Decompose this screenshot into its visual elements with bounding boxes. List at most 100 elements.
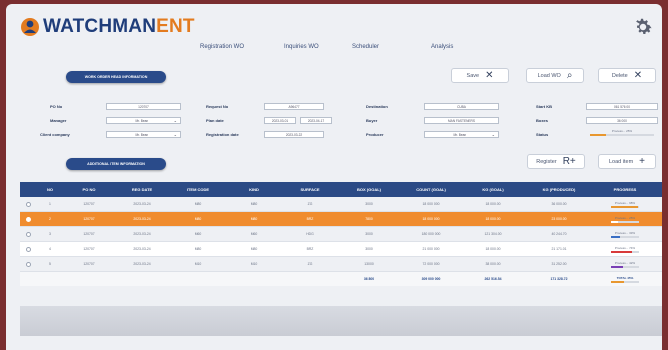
producer-select[interactable]: Mr. Bean ⌄ <box>424 131 499 138</box>
load-wo-label: Load WO <box>537 72 561 79</box>
table-cell-po: 120707 <box>83 232 95 236</box>
table-cell-po: 120707 <box>83 247 95 251</box>
table-row[interactable]: 4 120707 2023-03-24 M80 M80 BRZ 3000 21 000 000… <box>20 242 662 257</box>
table-cell-surface: ZG <box>307 262 313 266</box>
table-cell-date: 2023-03-24 <box>133 217 151 221</box>
start-kb-field[interactable]: 061 576 00 <box>586 103 658 110</box>
plan-date-from-field[interactable]: 2023-03-01 <box>264 117 296 124</box>
progress-cell: TOTAL 45% <box>594 276 656 283</box>
table-cell-date: 2023-03-24 <box>133 202 151 206</box>
progress-column-cell: Process... 33% <box>594 231 656 238</box>
progress-column-cell: Process... 25% <box>594 216 656 223</box>
progress-fill <box>611 205 639 208</box>
register-label: Register <box>536 158 557 165</box>
table-cell-code: M80 <box>194 247 202 251</box>
progress-text: Process... 25% <box>614 215 636 220</box>
column-header: KIND <box>249 187 259 192</box>
load-item-button[interactable]: Load item + <box>598 154 656 169</box>
table-cell-no: 2 <box>49 217 51 221</box>
nav-inquiries-wo[interactable]: Inquiries WO <box>284 44 319 50</box>
nav-scheduler[interactable]: Scheduler <box>352 44 379 50</box>
logo: WATCHMANENT <box>20 16 195 38</box>
chevron-down-icon: ⌄ <box>173 118 177 123</box>
table-row[interactable]: 1 120707 2023-03-24 M80 M80 ZG 3000 18 000 000 1… <box>20 197 662 212</box>
table-cell-date: 2023-03-24 <box>133 247 151 251</box>
progress-cell: Process... 98% <box>594 201 656 208</box>
table-cell-kgp: 36 000.00 <box>551 202 567 206</box>
row-select-radio[interactable] <box>25 201 31 207</box>
row-select-radio[interactable] <box>25 261 31 267</box>
table-cell-box: 3000 <box>365 247 373 251</box>
destination-field[interactable]: CUBA <box>424 103 499 110</box>
progress-column-cell: Process... 42% <box>594 261 656 268</box>
load-item-label: Load item <box>609 158 634 165</box>
manager-select[interactable]: Mr. Bean ⌄ <box>106 117 181 124</box>
total-count: 309 000 000 <box>421 277 441 281</box>
items-table: NO PO NO REG DATE ITEM CODE KIND SURFACE BOX (… <box>20 182 662 286</box>
app-window: WATCHMANENT Registration WO Inquiries WO… <box>6 4 662 350</box>
table-row[interactable]: 2 120707 2023-03-24 M80 M80 BRZ 7800 18 000 000… <box>20 212 662 227</box>
po-no-field[interactable]: 120707 <box>106 103 181 110</box>
table-cell-kgp: 21 171.01 <box>551 247 567 251</box>
table-cell-count: 18 000 000 <box>422 202 440 206</box>
table-cell-kg: 121 304.00 <box>484 232 502 236</box>
total-kg: 262 516.54 <box>484 277 502 281</box>
registration-date-field[interactable]: 2023-03-22 <box>264 131 324 138</box>
table-cell-kg: 18 000.00 <box>485 202 501 206</box>
table-cell-no: 4 <box>49 247 51 251</box>
load-wo-button[interactable]: Load WO ⌕ <box>526 68 584 83</box>
manager-label: Manager <box>50 118 67 123</box>
plan-date-to-field[interactable]: 2023-04-17 <box>300 117 332 124</box>
table-cell-kgp: 40 244.70 <box>551 232 567 236</box>
progress-track <box>611 205 639 208</box>
nav-analysis[interactable]: Analysis <box>431 44 453 50</box>
column-header: KG (GOAL) <box>482 187 504 192</box>
table-cell-code: M60 <box>194 232 202 236</box>
buyer-field[interactable]: MAN FASTENERS <box>424 117 499 124</box>
progress-text: TOTAL 45% <box>616 275 634 280</box>
save-icon: ✕ <box>485 69 494 81</box>
registration-date-label: Registration date <box>206 132 239 137</box>
table-header: NO PO NO REG DATE ITEM CODE KIND SURFACE BOX (… <box>20 182 662 197</box>
table-cell-kgp: 23 000.00 <box>551 217 567 221</box>
destination-label: Destination <box>366 104 388 109</box>
table-cell-box: 3000 <box>365 232 373 236</box>
status-progress-fill <box>590 134 606 136</box>
table-cell-count: 21 000 000 <box>422 247 440 251</box>
logo-mark-icon <box>20 17 40 37</box>
nav-registration-wo[interactable]: Registration WO <box>200 44 244 50</box>
progress-track <box>611 220 639 223</box>
row-select-radio[interactable] <box>25 216 31 222</box>
chevron-down-icon: ⌄ <box>173 132 177 137</box>
table-cell-kind: M80 <box>250 202 258 206</box>
progress-cell: Process... 74% <box>594 246 656 253</box>
table-cell-code: M80 <box>194 217 202 221</box>
client-company-select[interactable]: Mr. Bean ⌄ <box>106 131 181 138</box>
row-select-radio[interactable] <box>25 231 31 237</box>
boxes-field[interactable]: 36 000 <box>586 117 658 124</box>
progress-text: Process... 33% <box>614 230 636 235</box>
save-button[interactable]: Save ✕ <box>451 68 509 83</box>
request-no-label: Request No <box>206 104 229 109</box>
column-header: NO <box>47 187 53 192</box>
table-row[interactable]: 5 120707 2023-03-24 M10 M10 ZG 13000 72 000 000… <box>20 257 662 272</box>
register-button[interactable]: Register R+ <box>527 154 585 169</box>
table-cell-kg: 18 000.00 <box>485 217 501 221</box>
table-cell-kind: M80 <box>250 217 258 221</box>
settings-gear-icon[interactable] <box>632 16 654 38</box>
section-head-title: WORK ORDER HEAD INFORMATION <box>66 71 166 83</box>
table-cell-kgp: 31 252.00 <box>551 262 567 266</box>
table-row[interactable]: 3 120707 2023-03-24 M60 M60 HDG 3000 180 000 00… <box>20 227 662 242</box>
boxes-label: Boxes <box>536 118 549 123</box>
column-header: PO NO <box>82 187 96 192</box>
table-cell-box: 13000 <box>364 262 374 266</box>
table-cell-po: 120707 <box>83 262 95 266</box>
delete-button[interactable]: Delete ✕ <box>598 68 656 83</box>
table-cell-no: 5 <box>49 262 51 266</box>
request-no-field[interactable]: A96477 <box>264 103 324 110</box>
table-cell-box: 3000 <box>365 202 373 206</box>
table-cell-po: 120707 <box>83 217 95 221</box>
progress-column-cell: Process... 74% <box>594 246 656 253</box>
table-cell-no: 1 <box>49 202 51 206</box>
row-select-radio[interactable] <box>25 246 31 252</box>
